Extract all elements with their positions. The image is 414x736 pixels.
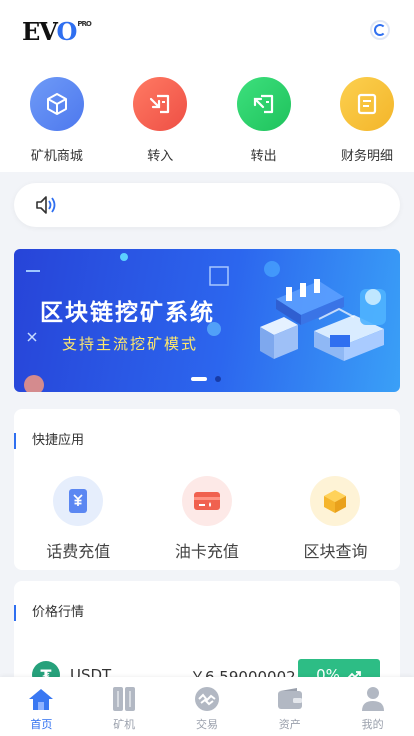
tab-label: 首页 [30, 718, 53, 731]
app-fuel-card-recharge[interactable]: 油卡充值 [143, 476, 272, 562]
logo-pro-mark: PRO [77, 20, 92, 28]
pagination-dot[interactable] [215, 376, 221, 382]
notice-bar[interactable] [14, 183, 400, 227]
quick-apps-card: 快捷应用 话费充值 油卡充值 区块查询 [14, 409, 400, 570]
trade-icon [193, 685, 221, 713]
quick-apps-list: 话费充值 油卡充值 区块查询 [14, 476, 400, 562]
block-cube-icon [310, 476, 361, 526]
yuan-phone-icon [53, 476, 104, 526]
bottom-tab-bar: 首页 矿机 交易 资产 我的 [0, 677, 414, 736]
speaker-icon [34, 193, 60, 221]
app-label: 话费充值 [46, 542, 111, 561]
logo-accent-letter: O [56, 17, 78, 46]
tab-label: 矿机 [113, 718, 136, 731]
section-title: 快捷应用 [14, 433, 84, 449]
app-block-query[interactable]: 区块查询 [271, 476, 400, 562]
tab-home[interactable]: 首页 [0, 677, 83, 736]
app-phone-recharge[interactable]: 话费充值 [14, 476, 143, 562]
transfer-out-icon [236, 77, 291, 131]
quick-action-label: 转出 [250, 149, 277, 164]
banner-subtitle: 支持主流挖矿模式 [62, 335, 199, 353]
quick-actions: 矿机商城 转入 转出 财务明细 [0, 62, 414, 172]
banner-pagination[interactable] [191, 376, 221, 382]
refresh-icon[interactable] [370, 20, 390, 40]
app-label: 油卡充值 [174, 542, 239, 561]
banner-title: 区块链挖矿系统 [40, 300, 215, 326]
ledger-icon [340, 77, 395, 131]
app-logo: EVOPRO [22, 17, 92, 46]
tab-label: 交易 [195, 718, 218, 731]
fuel-card-icon [181, 476, 232, 526]
tab-profile[interactable]: 我的 [331, 677, 414, 736]
miner-icon [110, 685, 138, 713]
app-label: 区块查询 [303, 542, 368, 561]
tab-trade[interactable]: 交易 [166, 677, 249, 736]
wallet-icon [276, 685, 304, 713]
quick-action-transfer-in[interactable]: 转入 [113, 62, 207, 172]
home-icon [27, 685, 55, 713]
logo-text: EV [22, 17, 57, 46]
tab-label: 资产 [278, 718, 301, 731]
tab-miner[interactable]: 矿机 [83, 677, 166, 736]
cube-icon [29, 77, 84, 131]
pagination-dot-active[interactable] [191, 377, 207, 381]
tab-label: 我的 [361, 718, 384, 731]
quick-action-label: 转入 [147, 149, 174, 164]
section-title: 价格行情 [14, 605, 84, 621]
user-icon [359, 685, 387, 713]
transfer-in-icon [133, 77, 188, 131]
quick-action-transfer-out[interactable]: 转出 [217, 62, 311, 172]
quick-action-finance-details[interactable]: 财务明细 [320, 62, 414, 172]
quick-action-label: 财务明细 [341, 149, 394, 164]
quick-action-miner-mall[interactable]: 矿机商城 [10, 62, 104, 172]
promo-banner[interactable]: 区块链挖矿系统 支持主流挖矿模式 [14, 249, 400, 392]
tab-assets[interactable]: 资产 [248, 677, 331, 736]
quick-action-label: 矿机商城 [30, 149, 83, 164]
top-header: EVOPRO [0, 0, 414, 62]
